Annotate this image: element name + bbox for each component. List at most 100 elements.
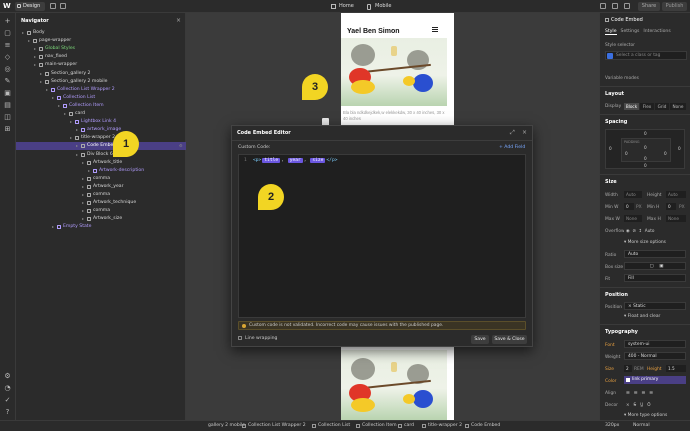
width-input[interactable]: Auto xyxy=(624,191,642,198)
weight-select[interactable]: 400 - Normal xyxy=(624,352,686,360)
align-left-icon[interactable]: ☰ xyxy=(626,390,630,395)
line-wrapping-toggle[interactable]: Line wrapping xyxy=(238,336,277,341)
chevron-icon[interactable]: ▸ xyxy=(82,159,86,167)
navigator-tree-item[interactable]: ▸ Collection List Wrapper 2 xyxy=(16,86,186,94)
page-selector[interactable]: Home xyxy=(331,2,354,11)
chevron-icon[interactable]: ▸ xyxy=(82,199,86,207)
scroll-icon[interactable]: ↕ xyxy=(639,228,643,233)
navigator-tree-item[interactable]: ▸ Artwork_title xyxy=(16,159,186,167)
chevron-icon[interactable]: ▸ xyxy=(58,102,62,110)
max-width-input[interactable]: None xyxy=(624,215,642,222)
chevron-icon[interactable]: ▸ xyxy=(34,61,38,69)
add-field-button[interactable]: + Add Field xyxy=(499,145,525,150)
overline-icon[interactable]: Ō xyxy=(647,402,650,407)
tab-style[interactable]: Style xyxy=(605,29,617,35)
more-size-options[interactable]: ▾ More size options xyxy=(624,240,666,245)
position-section-title[interactable]: Position xyxy=(605,292,628,298)
text-align-options[interactable]: ☰ ☰ ☰ ☰ xyxy=(624,389,686,396)
visible-icon[interactable]: ◉ xyxy=(626,228,630,233)
save-close-button[interactable]: Save & Close xyxy=(492,335,527,344)
chevron-icon[interactable]: ▸ xyxy=(82,191,86,199)
layout-section-title[interactable]: Layout xyxy=(605,91,624,97)
chevron-icon[interactable]: ▸ xyxy=(34,53,38,61)
chevron-icon[interactable]: ▸ xyxy=(52,94,56,102)
padding-top-value[interactable]: 0 xyxy=(644,145,647,150)
breadcrumb-item[interactable]: gallery 2 mobile xyxy=(202,423,245,429)
px-unit[interactable]: PX xyxy=(679,205,685,210)
navigator-tree-item[interactable]: ▸ title-wrapper 2 xyxy=(16,134,186,142)
navigator-tree-item[interactable]: ▸ Body xyxy=(16,29,186,37)
artwork-image[interactable] xyxy=(341,38,447,106)
navigator-tree-item[interactable]: ▸ page-wrapper xyxy=(16,37,186,45)
breadcrumb-item[interactable]: title-wrapper 2 xyxy=(422,423,462,429)
variable-modes-label[interactable]: Variable modes xyxy=(605,76,639,81)
undo-icon[interactable] xyxy=(50,3,56,9)
px-unit[interactable]: PX xyxy=(636,205,642,210)
margin-box[interactable]: 0 0 0 0 PADDING 0 0 0 0 xyxy=(605,129,685,169)
overflow-options[interactable]: ◉ ⊘ ↕ Auto xyxy=(624,227,686,234)
export-icon[interactable] xyxy=(612,3,618,9)
chevron-icon[interactable]: ▸ xyxy=(76,151,80,159)
normal-mode[interactable]: Normal xyxy=(633,423,650,429)
variables-icon[interactable]: ◎ xyxy=(4,66,11,73)
ratio-select[interactable]: Auto xyxy=(624,250,686,258)
font-select[interactable]: system-ui xyxy=(624,340,686,348)
navigator-tree-item[interactable]: ▸ card xyxy=(16,110,186,118)
strikethrough-icon[interactable]: S̶ xyxy=(634,402,637,407)
tab-settings[interactable]: Settings xyxy=(621,29,640,34)
display-flex-button[interactable]: Flex xyxy=(640,103,654,110)
text-decoration-options[interactable]: × S̶ U̲ Ō xyxy=(624,401,686,408)
navigator-tree-item[interactable]: ▸ Global Styles xyxy=(16,45,186,53)
chevron-icon[interactable]: ▸ xyxy=(28,37,32,45)
navigator-tree-item[interactable]: ▸ main-wrapper xyxy=(16,61,186,69)
padding-box[interactable]: PADDING 0 0 0 0 xyxy=(621,138,671,162)
breadcrumb-item[interactable]: Collection Item xyxy=(356,423,397,429)
padding-bottom-value[interactable]: 0 xyxy=(644,156,647,161)
navigator-tree-item[interactable]: ▸ Lightbox Link 4 xyxy=(16,118,186,126)
position-select[interactable]: × Static xyxy=(624,302,686,310)
margin-left-value[interactable]: 0 xyxy=(609,146,612,151)
chevron-icon[interactable]: ▸ xyxy=(76,126,80,134)
pages-icon[interactable]: ▢ xyxy=(4,30,11,37)
components-icon[interactable]: ◇ xyxy=(4,54,11,61)
chevron-icon[interactable]: ▸ xyxy=(52,223,56,231)
chevron-icon[interactable]: ▸ xyxy=(22,29,26,37)
chevron-icon[interactable]: ▸ xyxy=(82,207,86,215)
chevron-icon[interactable]: ▸ xyxy=(70,118,74,126)
assets-icon[interactable]: ▣ xyxy=(4,90,11,97)
webflow-logo-icon[interactable]: W xyxy=(3,2,13,11)
navigator-tree-item[interactable]: ▸ Code Embed ⚙ xyxy=(16,142,186,151)
code-editor[interactable]: 1 <p> title, year, size </p> xyxy=(238,154,526,318)
navigator-tree-item[interactable]: ▸ comma xyxy=(16,207,186,215)
hamburger-menu-icon[interactable] xyxy=(432,27,438,32)
redo-icon[interactable] xyxy=(60,3,66,9)
navigator-tree-item[interactable]: ▸ nav_fixed xyxy=(16,53,186,61)
breadcrumb-item[interactable]: Code Embed xyxy=(465,423,500,429)
navigator-tree-item[interactable]: ▸ Section_gallery 2 mobile xyxy=(16,78,186,86)
height-input[interactable]: Auto xyxy=(666,191,686,198)
field-pill-year[interactable]: year xyxy=(287,158,303,163)
breadcrumb-item[interactable]: Collection List xyxy=(312,423,350,429)
code-line[interactable]: <p> title, year, size </p> xyxy=(253,158,337,163)
hidden-icon[interactable]: ⊘ xyxy=(632,228,636,233)
checklist-icon[interactable]: ✓ xyxy=(4,397,11,404)
chevron-icon[interactable]: ▸ xyxy=(82,183,86,191)
align-justify-icon[interactable]: ☰ xyxy=(649,390,653,395)
navigator-tree-item[interactable]: ▸ Section_gallery 2 xyxy=(16,70,186,78)
chevron-icon[interactable]: ▸ xyxy=(40,78,44,86)
display-grid-button[interactable]: Grid xyxy=(655,103,669,110)
audit-icon[interactable]: ◔ xyxy=(4,385,11,392)
margin-top-value[interactable]: 0 xyxy=(644,131,647,136)
align-center-icon[interactable]: ☰ xyxy=(634,390,638,395)
margin-right-value[interactable]: 0 xyxy=(678,146,681,151)
chevron-icon[interactable]: ▸ xyxy=(82,175,86,183)
size-section-title[interactable]: Size xyxy=(605,179,617,185)
field-pill-title[interactable]: title xyxy=(262,158,281,163)
save-button[interactable]: Save xyxy=(471,335,489,344)
padding-right-value[interactable]: 0 xyxy=(664,151,667,156)
styles-icon[interactable]: ✎ xyxy=(4,78,11,85)
navigator-tree-item[interactable]: ▸ Artwork_technique xyxy=(16,199,186,207)
margin-bottom-value[interactable]: 0 xyxy=(644,163,647,168)
rem-unit[interactable]: REM xyxy=(634,367,644,372)
min-height-input[interactable]: 0 xyxy=(666,203,676,210)
